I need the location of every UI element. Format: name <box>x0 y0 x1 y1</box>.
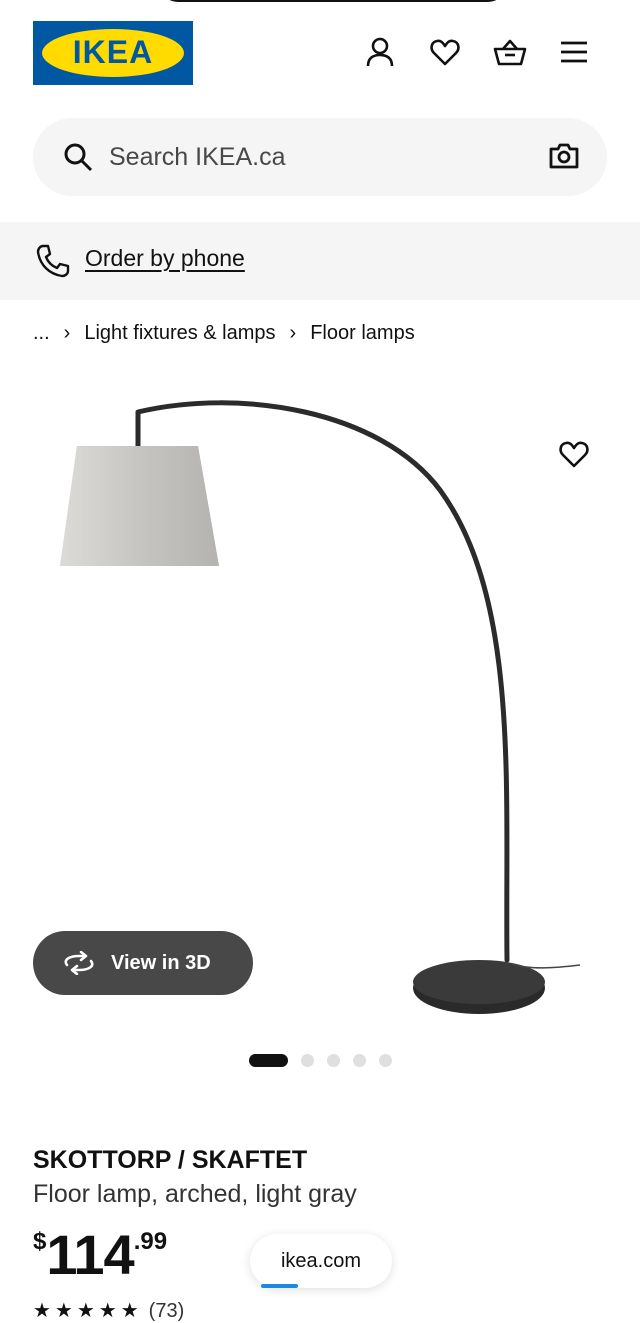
chevron-right-icon: › <box>63 322 71 344</box>
price-currency: $ <box>33 1228 47 1255</box>
carousel-dot-3[interactable] <box>327 1054 340 1067</box>
carousel-dot-1[interactable] <box>249 1054 288 1067</box>
breadcrumb: ... › Light fixtures & lamps › Floor lam… <box>33 322 415 345</box>
ikea-logo[interactable]: IKEA ® <box>33 21 193 85</box>
device-notch <box>160 0 506 2</box>
search-icon[interactable] <box>63 142 93 177</box>
logo-oval: IKEA <box>42 29 184 77</box>
order-by-phone-bar[interactable]: Order by phone <box>0 222 640 300</box>
view-in-3d-button[interactable]: View in 3D <box>33 931 253 995</box>
breadcrumb-light-fixtures[interactable]: Light fixtures & lamps <box>84 322 275 345</box>
product-description: Floor lamp, arched, light gray <box>33 1180 357 1208</box>
browser-url-pill[interactable]: ikea.com <box>250 1234 392 1288</box>
breadcrumb-floor-lamps[interactable]: Floor lamps <box>310 322 414 345</box>
rotate-3d-icon <box>64 951 94 975</box>
price-integer: 114 <box>46 1223 134 1286</box>
chevron-right-icon: › <box>289 322 297 344</box>
carousel-dot-5[interactable] <box>379 1054 392 1067</box>
rating-stars: ★★★★★ <box>33 1300 143 1322</box>
page-load-progress <box>261 1284 298 1288</box>
basket-icon[interactable] <box>490 32 530 72</box>
search-input[interactable] <box>109 140 509 174</box>
registered-mark: ® <box>184 23 190 32</box>
breadcrumb-ellipsis[interactable]: ... <box>33 322 50 345</box>
phone-icon <box>36 244 70 283</box>
view-in-3d-label: View in 3D <box>111 951 211 974</box>
carousel-dot-2[interactable] <box>301 1054 314 1067</box>
add-to-favorites-heart-icon[interactable] <box>556 436 592 472</box>
price-decimal: .99 <box>133 1228 168 1255</box>
logo-text: IKEA <box>72 34 154 70</box>
account-icon[interactable] <box>360 32 400 72</box>
browser-url: ikea.com <box>280 1249 362 1272</box>
product-name: SKOTTORP / SKAFTET <box>33 1146 308 1174</box>
order-by-phone-link[interactable]: Order by phone <box>85 245 245 272</box>
image-carousel-dots <box>249 1054 392 1067</box>
review-count: (73) <box>148 1300 185 1322</box>
carousel-dot-4[interactable] <box>353 1054 366 1067</box>
heart-icon[interactable] <box>425 32 465 72</box>
camera-search-icon[interactable] <box>549 142 579 175</box>
menu-icon[interactable] <box>554 32 594 72</box>
product-price: $114.99 <box>33 1222 167 1287</box>
search-bar[interactable] <box>33 118 607 196</box>
